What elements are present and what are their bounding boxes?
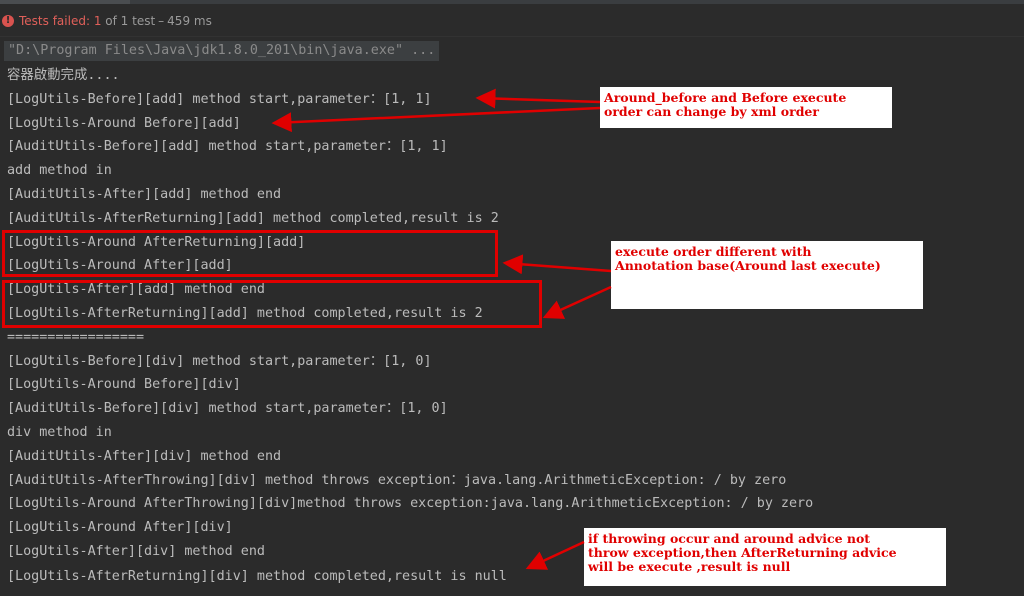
- arrow-to-around-box: [502, 254, 612, 275]
- test-total: of 1 test: [105, 14, 156, 28]
- annotation-line: if throwing occur and around advice not: [588, 531, 871, 546]
- annotation-line: throw exception,then AfterReturning advi…: [588, 545, 897, 560]
- failed-count: 1: [93, 14, 102, 28]
- java-command-line[interactable]: "D:\Program Files\Java\jdk1.8.0_201\bin\…: [4, 41, 440, 61]
- console-line: [AuditUtils-Before][div] method start,pa…: [7, 401, 448, 416]
- annotation-line: order can change by xml order: [604, 104, 819, 119]
- highlight-after-lines: [2, 280, 542, 328]
- console-line: [LogUtils-Around Before][add]: [7, 116, 241, 131]
- console-line: [AuditUtils-AfterThrowing][div] method t…: [7, 473, 787, 488]
- console-line: add method in: [7, 163, 112, 178]
- test-status-bar: ! Tests failed: 1 of 1 test –459 ms: [0, 6, 1024, 37]
- window-top-strip: [0, 0, 1024, 4]
- annotation-line: execute order different with: [615, 244, 812, 259]
- tests-failed-label: Tests failed:: [19, 14, 90, 28]
- console-line: [LogUtils-Around After][div]: [7, 520, 233, 535]
- annotation-line: Annotation base(Around last execute): [615, 258, 881, 273]
- arrow-to-result-null-line: [525, 540, 585, 570]
- console-line: [AuditUtils-Before][add] method start,pa…: [7, 139, 448, 154]
- console-line: [LogUtils-Around Before][div]: [7, 377, 241, 392]
- console-line: 容器啟動完成....: [7, 68, 120, 83]
- annotation-box-3: if throwing occur and around advice not …: [584, 528, 946, 586]
- status-separator: –: [158, 14, 165, 28]
- console-line: [LogUtils-AfterReturning][div] method co…: [7, 569, 507, 584]
- tab-highlight: [0, 0, 130, 4]
- console-line: [LogUtils-Before][div] method start,para…: [7, 354, 432, 369]
- console-line: [LogUtils-Around AfterThrowing][div]meth…: [7, 496, 814, 511]
- console-line: div method in: [7, 425, 112, 440]
- arrow-to-around-before-line: [271, 106, 601, 133]
- arrow-to-before-line: [475, 88, 601, 109]
- annotation-line: Around_before and Before execute: [604, 90, 847, 105]
- arrow-to-after-box: [542, 285, 612, 319]
- error-icon: !: [2, 15, 14, 27]
- console-line: [AuditUtils-After][add] method end: [7, 187, 282, 202]
- console-line: [LogUtils-Before][add] method start,para…: [7, 92, 432, 107]
- console-line: [LogUtils-After][div] method end: [7, 544, 265, 559]
- test-duration: 459 ms: [167, 14, 212, 28]
- annotation-box-2: execute order different with Annotation …: [611, 241, 923, 309]
- console-line: =================: [7, 330, 145, 345]
- highlight-around-lines: [2, 230, 498, 277]
- annotation-line: will be execute ,result is null: [588, 559, 791, 574]
- annotation-box-1: Around_before and Before execute order c…: [600, 87, 892, 128]
- console-line: [AuditUtils-AfterReturning][add] method …: [7, 211, 499, 226]
- console-line: [AuditUtils-After][div] method end: [7, 449, 282, 464]
